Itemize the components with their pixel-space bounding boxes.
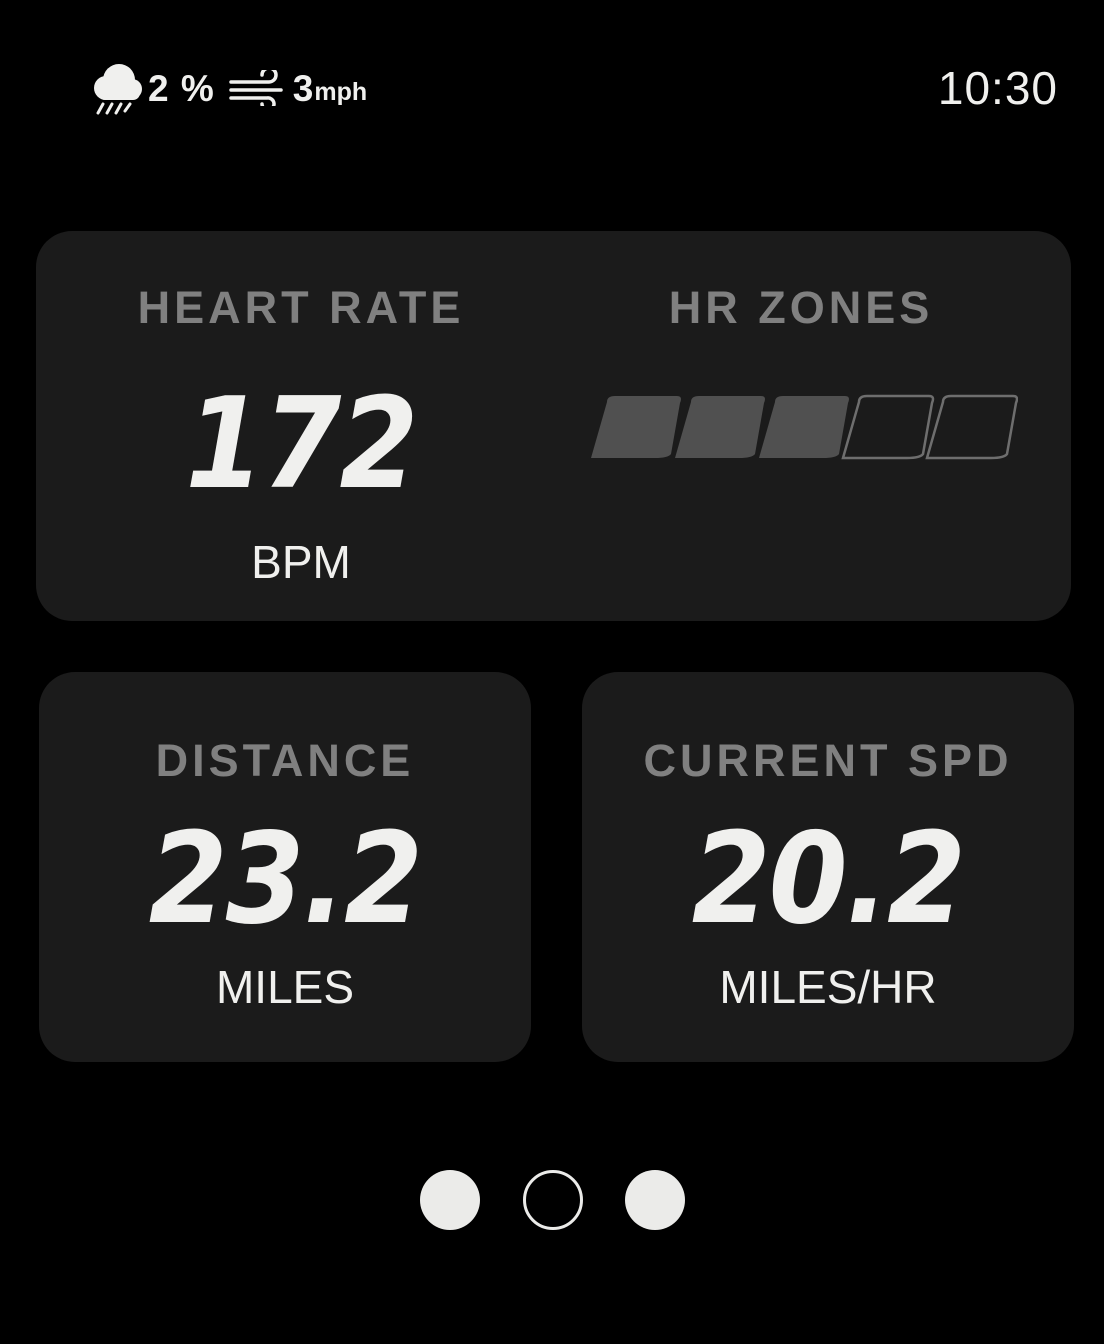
page-dot[interactable] <box>625 1170 685 1230</box>
heart-rate-value: 172 <box>185 370 418 517</box>
hr-zones-label: HR ZONES <box>668 282 934 333</box>
hr-zones-indicator <box>584 393 1019 461</box>
hr-zone-segment-active <box>675 396 765 458</box>
current-speed-label: CURRENT SPD <box>643 735 1013 786</box>
wind-speed-unit: mph <box>314 77 368 106</box>
weather-status: 2 % 3 mph <box>86 58 367 118</box>
distance-value: 23.2 <box>148 805 423 952</box>
heart-rate-card[interactable]: HEART RATE 172 BPM HR ZONES <box>36 231 1071 621</box>
current-speed-card[interactable]: CURRENT SPD 20.2 MILES/HR <box>582 672 1074 1062</box>
distance-label: DISTANCE <box>155 735 415 786</box>
distance-card[interactable]: DISTANCE 23.2 MILES <box>39 672 531 1062</box>
wind-speed-value: 3 <box>292 67 314 109</box>
distance-unit: MILES <box>215 961 355 1013</box>
heart-rate-label: HEART RATE <box>137 282 465 333</box>
hr-zone-segment-inactive <box>925 394 1019 460</box>
rain-cloud-icon <box>94 64 142 115</box>
page-dot-current[interactable] <box>523 1170 583 1230</box>
current-speed-value: 20.2 <box>691 805 966 952</box>
page-dot[interactable] <box>420 1170 480 1230</box>
heart-rate-unit: BPM <box>251 536 351 588</box>
current-speed-unit: MILES/HR <box>719 961 937 1013</box>
hr-zone-segment-active <box>759 396 849 458</box>
clock: 10:30 <box>937 62 1058 114</box>
hr-zone-segment-active <box>591 396 681 458</box>
precipitation-value: 2 % <box>148 67 215 109</box>
wind-icon <box>229 70 283 106</box>
hr-zones-segments <box>591 394 1019 460</box>
page-indicator <box>0 1168 1104 1232</box>
hr-zone-segment-inactive <box>841 394 935 460</box>
